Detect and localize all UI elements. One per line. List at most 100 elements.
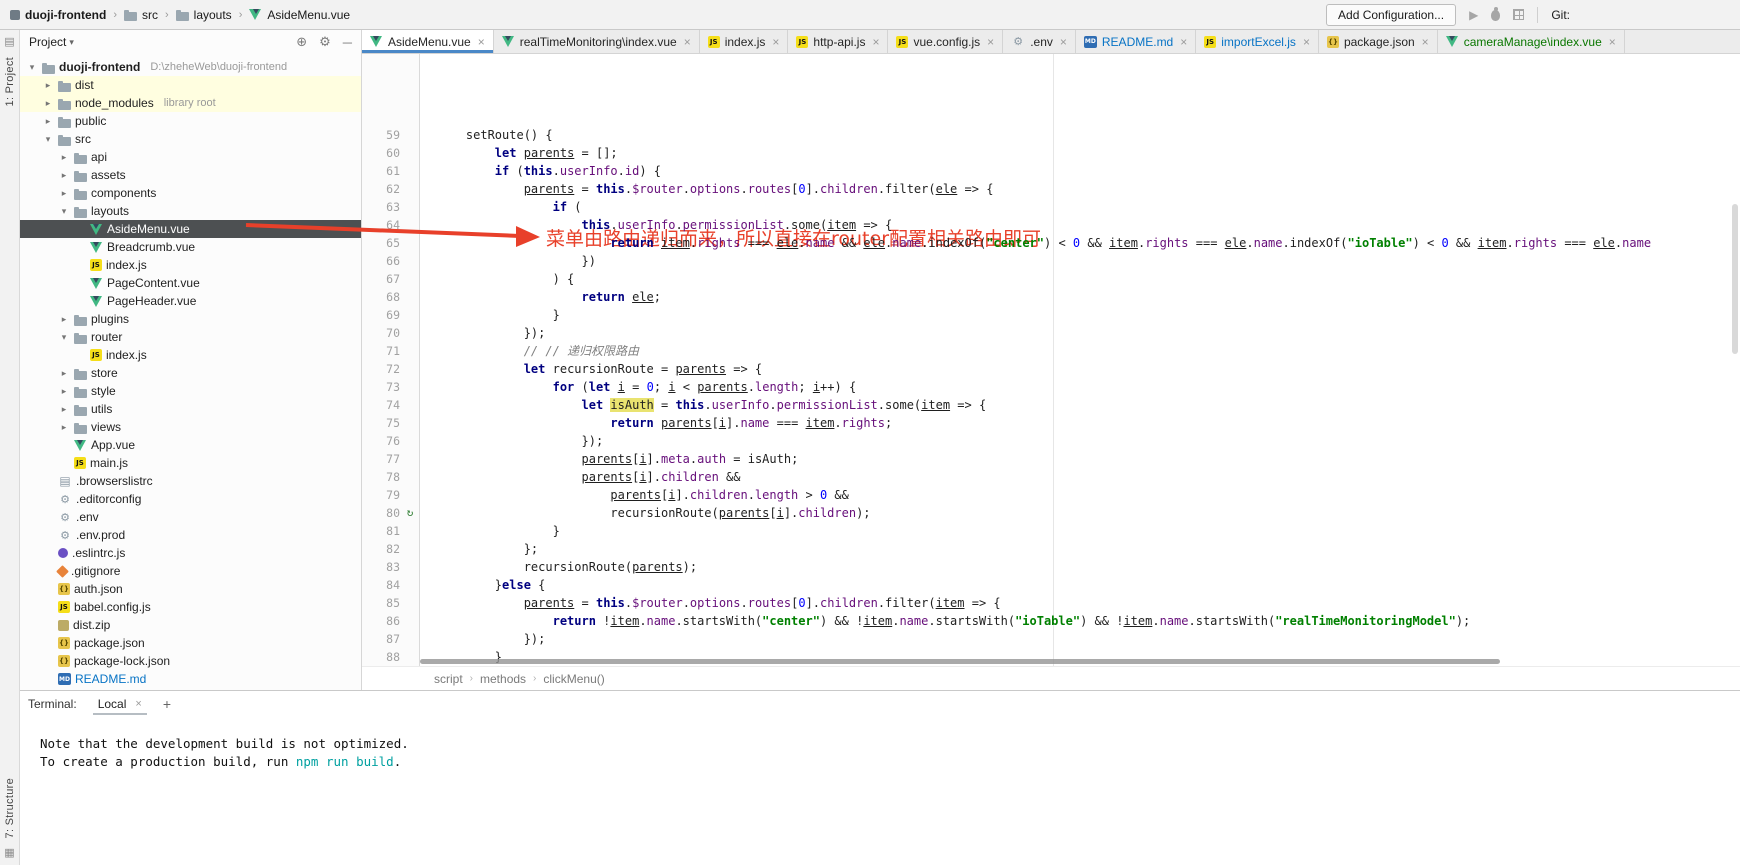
chevron-icon[interactable]: ▸ (58, 170, 70, 181)
chevron-icon[interactable]: ▾ (58, 206, 70, 217)
code-line[interactable]: 59 setRoute() { (362, 126, 1740, 144)
tree-item[interactable]: ▾src (20, 130, 361, 148)
line-number[interactable]: 74 (362, 396, 400, 414)
tree-item[interactable]: PageHeader.vue (20, 292, 361, 310)
editor-breadcrumb-item[interactable]: clickMenu() (543, 672, 604, 686)
line-number[interactable]: 68 (362, 288, 400, 306)
tree-item[interactable]: ▸plugins (20, 310, 361, 328)
breadcrumb-item[interactable]: layouts (176, 8, 232, 22)
chevron-icon[interactable]: ▸ (58, 314, 70, 325)
editor-tab[interactable]: JSimportExcel.js× (1196, 30, 1319, 53)
chevron-icon[interactable]: ▸ (58, 386, 70, 397)
run-icon[interactable]: ▶ (1469, 9, 1478, 21)
tree-item[interactable]: {}package-lock.json (20, 652, 361, 670)
tree-item[interactable]: JSmain.js (20, 454, 361, 472)
close-icon[interactable]: × (135, 698, 141, 710)
tree-item[interactable]: ▸assets (20, 166, 361, 184)
breadcrumb-item[interactable]: duoji-frontend (10, 8, 106, 22)
code-line[interactable]: 64 this.userInfo.permissionList.some(ite… (362, 216, 1740, 234)
hide-panel-icon[interactable]: ─ (343, 35, 352, 50)
chevron-icon[interactable]: ▸ (42, 116, 54, 127)
tree-item[interactable]: ▸store (20, 364, 361, 382)
tree-item[interactable]: ⚙.env (20, 508, 361, 526)
tree-item[interactable]: ▸public (20, 112, 361, 130)
line-number[interactable]: 83 (362, 558, 400, 576)
line-number[interactable]: 71 (362, 342, 400, 360)
line-number[interactable]: 84 (362, 576, 400, 594)
line-number[interactable]: 73 (362, 378, 400, 396)
tool-stripe-structure[interactable]: 7: Structure (4, 778, 16, 838)
line-number[interactable]: 69 (362, 306, 400, 324)
code-line[interactable]: 69 } (362, 306, 1740, 324)
line-number[interactable]: 78 (362, 468, 400, 486)
editor-tab[interactable]: AsideMenu.vue× (362, 30, 494, 53)
tree-item[interactable]: ⚙.env.prod (20, 526, 361, 544)
chevron-icon[interactable]: ▾ (42, 134, 54, 145)
chevron-icon[interactable]: ▾ (58, 332, 70, 343)
code-line[interactable]: 60 let parents = []; (362, 144, 1740, 162)
editor-breadcrumb-item[interactable]: script (434, 672, 463, 686)
code-line[interactable]: 70 }); (362, 324, 1740, 342)
editor-tab[interactable]: MDREADME.md× (1076, 30, 1196, 53)
tree-item[interactable]: AsideMenu.vue (20, 220, 361, 238)
project-tree[interactable]: ▾duoji-frontendD:\zheheWeb\duoji-fronten… (20, 54, 361, 690)
chevron-icon[interactable]: ▾ (26, 62, 38, 73)
close-icon[interactable]: × (1422, 35, 1429, 49)
tree-item[interactable]: ▸components (20, 184, 361, 202)
code-line[interactable]: 75 return parents[i].name === item.right… (362, 414, 1740, 432)
stripe-bottom-icon[interactable]: ▦ (4, 846, 14, 859)
code-line[interactable]: 82 }; (362, 540, 1740, 558)
tree-item[interactable]: {}auth.json (20, 580, 361, 598)
chevron-icon[interactable]: ▸ (58, 188, 70, 199)
horizontal-scrollbar[interactable] (420, 659, 1500, 664)
editor-tab[interactable]: realTimeMonitoring\index.vue× (494, 30, 700, 53)
editor-tab[interactable]: JShttp-api.js× (788, 30, 888, 53)
terminal-tab-local[interactable]: Local × (93, 693, 147, 715)
line-number[interactable]: 81 (362, 522, 400, 540)
line-number[interactable]: 85 (362, 594, 400, 612)
code-line[interactable]: 63 if ( (362, 198, 1740, 216)
tree-item[interactable]: .gitignore (20, 562, 361, 580)
tree-item[interactable]: ▸views (20, 418, 361, 436)
line-number[interactable]: 72 (362, 360, 400, 378)
code-line[interactable]: 83 recursionRoute(parents); (362, 558, 1740, 576)
editor-breadcrumb-item[interactable]: methods (480, 672, 526, 686)
code-line[interactable]: 62 parents = this.$router.options.routes… (362, 180, 1740, 198)
tree-item[interactable]: .eslintrc.js (20, 544, 361, 562)
code-editor[interactable]: 59 setRoute() {60 let parents = [];61 if… (362, 54, 1740, 666)
tree-item[interactable]: ▸dist (20, 76, 361, 94)
close-icon[interactable]: × (478, 35, 485, 49)
line-number[interactable]: 88 (362, 648, 400, 666)
code-line[interactable]: 71 // // 递归权限路由 (362, 342, 1740, 360)
close-icon[interactable]: × (1180, 35, 1187, 49)
tree-item[interactable]: ▸node_moduleslibrary root (20, 94, 361, 112)
breadcrumb-item[interactable]: src (124, 8, 158, 22)
line-number[interactable]: 59 (362, 126, 400, 144)
code-line[interactable]: 85 parents = this.$router.options.routes… (362, 594, 1740, 612)
tree-item[interactable]: dist.zip (20, 616, 361, 634)
line-number[interactable]: 75 (362, 414, 400, 432)
line-number[interactable]: 65 (362, 234, 400, 252)
tree-item[interactable]: JSbabel.config.js (20, 598, 361, 616)
code-line[interactable]: 86 return !item.name.startsWith("center"… (362, 612, 1740, 630)
tree-item[interactable]: ▾duoji-frontendD:\zheheWeb\duoji-fronten… (20, 58, 361, 76)
line-number[interactable]: 77 (362, 450, 400, 468)
tool-stripe-project[interactable]: 1: Project (4, 57, 16, 106)
code-line[interactable]: 81 } (362, 522, 1740, 540)
line-number[interactable]: 63 (362, 198, 400, 216)
code-line[interactable]: 87 }); (362, 630, 1740, 648)
line-number[interactable]: 66 (362, 252, 400, 270)
code-line[interactable]: 66 }) (362, 252, 1740, 270)
tree-item[interactable]: {}package.json (20, 634, 361, 652)
line-number[interactable]: 82 (362, 540, 400, 558)
chevron-icon[interactable]: ▸ (58, 404, 70, 415)
editor-tab[interactable]: JSvue.config.js× (888, 30, 1003, 53)
terminal-output[interactable]: Note that the development build is not o… (20, 717, 1740, 771)
close-icon[interactable]: × (772, 35, 779, 49)
editor-tab[interactable]: ⚙.env× (1003, 30, 1076, 53)
locate-file-icon[interactable]: ⊕ (296, 34, 307, 50)
close-icon[interactable]: × (1609, 35, 1616, 49)
line-number[interactable]: 62 (362, 180, 400, 198)
code-line[interactable]: 78 parents[i].children && (362, 468, 1740, 486)
close-icon[interactable]: × (1060, 35, 1067, 49)
